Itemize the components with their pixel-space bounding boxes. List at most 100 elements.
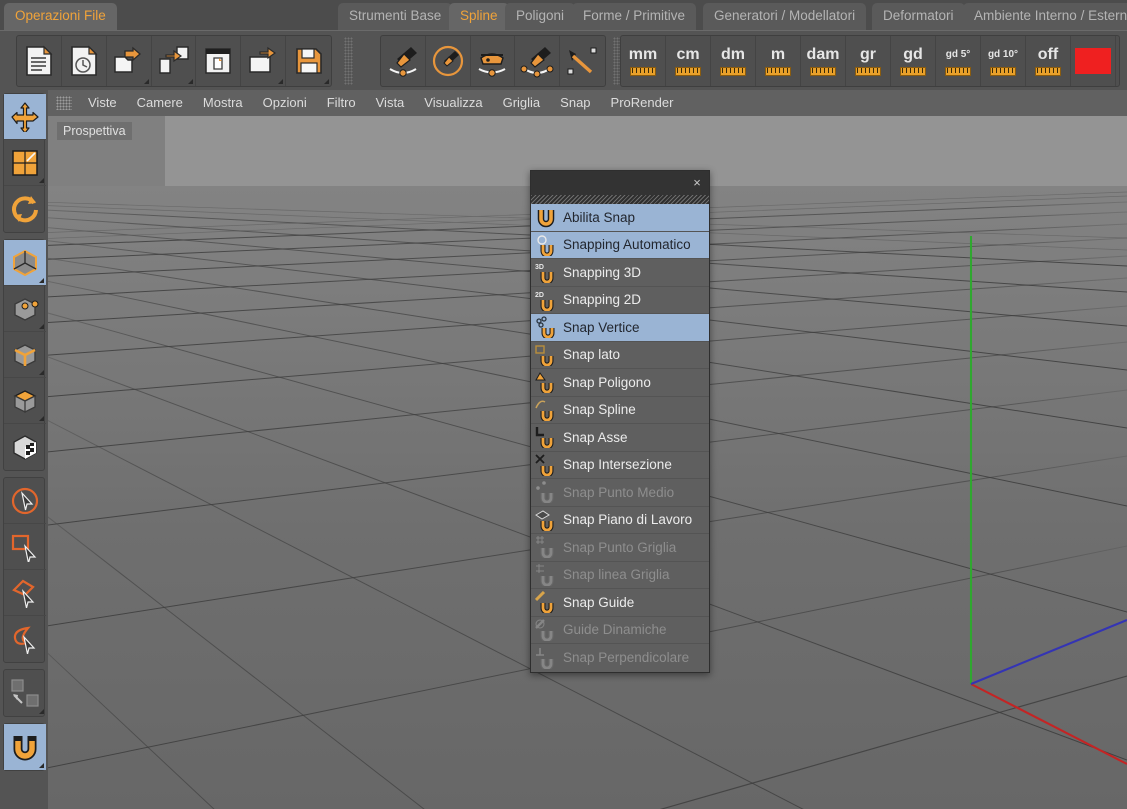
ruler-icon xyxy=(855,67,881,76)
menu-item-label: Snap Intersezione xyxy=(563,457,672,473)
svg-text:3D: 3D xyxy=(535,264,544,271)
unit-button-dm[interactable]: dm xyxy=(711,36,756,86)
live-selection-icon[interactable] xyxy=(4,478,46,524)
unit-button-m[interactable]: m xyxy=(756,36,801,86)
scale-tool-icon[interactable] xyxy=(4,140,46,186)
tab-generatori-modellatori[interactable]: Generatori / Modellatori xyxy=(703,3,867,30)
viewport-menu-opzioni[interactable]: Opzioni xyxy=(253,90,317,116)
viewport-menu-visualizza[interactable]: Visualizza xyxy=(414,90,492,116)
menu-item-snap-punto-griglia: Snap Punto Griglia xyxy=(531,534,709,562)
units-toolbar-group: mm cm dm m dam gr gd gd 5° gd 10° off xyxy=(620,35,1120,87)
unit-button-cm[interactable]: cm xyxy=(666,36,711,86)
menu-item-label: Snap Spline xyxy=(563,402,636,418)
lasso-selection-icon[interactable] xyxy=(4,616,46,662)
rotate-tool-icon[interactable] xyxy=(4,186,46,232)
merge-document-icon[interactable] xyxy=(152,36,197,86)
submenu-corner xyxy=(39,763,44,768)
tab-spline[interactable]: Spline xyxy=(449,3,509,30)
menu-item-snapping-automatico[interactable]: Snapping Automatico xyxy=(531,231,709,259)
snap-color-swatch[interactable] xyxy=(1071,36,1116,86)
menu-item-snap-perpendicolare: Snap Perpendicolare xyxy=(531,644,709,672)
viewport-menu-camere[interactable]: Camere xyxy=(127,90,193,116)
texture-mode-icon[interactable] xyxy=(4,424,46,470)
point-mode-icon[interactable] xyxy=(4,286,46,332)
viewport-menu-mostra[interactable]: Mostra xyxy=(193,90,253,116)
smooth-spline-icon[interactable] xyxy=(471,36,516,86)
snap-spline-icon xyxy=(535,399,557,423)
popup-titlebar[interactable]: × xyxy=(531,171,709,195)
workplane-icon[interactable] xyxy=(4,670,46,716)
tab-deformatori[interactable]: Deformatori xyxy=(872,3,965,30)
menu-item-snap-intersezione[interactable]: Snap Intersezione xyxy=(531,452,709,479)
snap-3d-icon: 3D xyxy=(535,261,557,285)
move-tool-icon[interactable] xyxy=(4,94,46,140)
close-document-icon[interactable] xyxy=(196,36,242,86)
unit-button-gd-10[interactable]: gd 10° xyxy=(981,36,1026,86)
save-as-icon[interactable] xyxy=(241,36,287,86)
ruler-icon xyxy=(900,67,926,76)
menu-item-snap-asse[interactable]: Snap Asse xyxy=(531,424,709,452)
unit-label: gr xyxy=(860,46,876,63)
snap-vertex-icon xyxy=(535,316,557,340)
unit-button-gd[interactable]: gd xyxy=(891,36,936,86)
menu-item-snap-piano-di-lavoro[interactable]: Snap Piano di Lavoro xyxy=(531,507,709,534)
submenu-corner xyxy=(188,79,194,84)
viewport-menu-snap[interactable]: Snap xyxy=(550,90,600,116)
sketch-spline-icon[interactable] xyxy=(426,36,471,86)
svg-text:2D: 2D xyxy=(535,292,544,299)
submenu-corner xyxy=(39,178,44,183)
popup-drag-handle[interactable] xyxy=(531,195,709,204)
left-toolbar xyxy=(0,90,48,809)
close-icon[interactable]: × xyxy=(690,173,704,193)
polygon-mode-icon[interactable] xyxy=(4,378,46,424)
polygon-selection-icon[interactable] xyxy=(4,570,46,616)
menu-item-snap-guide[interactable]: Snap Guide xyxy=(531,589,709,617)
save-floppy-icon[interactable] xyxy=(286,36,331,86)
viewport-menu-griglia[interactable]: Griglia xyxy=(493,90,551,116)
unit-button-gr[interactable]: gr xyxy=(846,36,891,86)
workplane-group xyxy=(3,669,45,717)
toolbar-grip-1[interactable] xyxy=(344,37,353,85)
menu-item-abilita-snap[interactable]: Abilita Snap xyxy=(531,204,709,232)
unit-button-mm[interactable]: mm xyxy=(621,36,666,86)
menu-item-snap-vertice[interactable]: Snap Vertice xyxy=(531,314,709,342)
unit-button-off[interactable]: off xyxy=(1026,36,1071,86)
snap-grid-line-icon xyxy=(535,563,557,588)
snap-polygon-icon xyxy=(535,371,557,395)
menu-item-snap-poligono[interactable]: Snap Poligono xyxy=(531,369,709,397)
unit-button-dam[interactable]: dam xyxy=(801,36,846,86)
edge-mode-icon[interactable] xyxy=(4,332,46,378)
snap-intersection-icon xyxy=(535,454,557,478)
snap-guide-icon xyxy=(534,591,557,615)
dynamic-guides-icon xyxy=(535,618,557,643)
viewport-menu-vista[interactable]: Vista xyxy=(366,90,415,116)
menu-item-snapping-2d[interactable]: 2D Snapping 2D xyxy=(531,287,709,314)
new-document-icon[interactable] xyxy=(17,36,62,86)
viewport-grip-icon[interactable] xyxy=(56,96,72,110)
snap-popup-menu[interactable]: × Abilita Snap Snapping Automatico 3D Sn… xyxy=(530,170,710,673)
submenu-corner xyxy=(278,79,284,84)
menu-item-snap-spline[interactable]: Snap Spline xyxy=(531,397,709,424)
spline-line-icon[interactable] xyxy=(560,36,605,86)
tab-poligoni[interactable]: Poligoni xyxy=(505,3,576,30)
snap-perpendicular-icon xyxy=(535,647,557,671)
rectangle-selection-icon[interactable] xyxy=(4,524,46,570)
viewport-menu-prorender[interactable]: ProRender xyxy=(601,90,684,116)
menu-item-snap-lato[interactable]: Snap lato xyxy=(531,342,709,369)
ruler-icon xyxy=(945,67,971,76)
unit-button-gd-5[interactable]: gd 5° xyxy=(936,36,981,86)
recent-document-icon[interactable] xyxy=(62,36,107,86)
tab-operazioni-file[interactable]: Operazioni File xyxy=(4,3,117,30)
tab-forme-primitive[interactable]: Forme / Primitive xyxy=(572,3,697,30)
open-folder-icon[interactable] xyxy=(107,36,152,86)
object-mode-icon[interactable] xyxy=(4,240,46,286)
spline-arc-icon[interactable] xyxy=(515,36,561,86)
snap-magnet-icon[interactable] xyxy=(4,724,46,770)
menu-item-snapping-3d[interactable]: 3D Snapping 3D xyxy=(531,259,709,287)
viewport-menu-filtro[interactable]: Filtro xyxy=(317,90,366,116)
tab-strumenti-base[interactable]: Strumenti Base xyxy=(338,3,453,30)
tab-ambiente-interno-esterno[interactable]: Ambiente Interno / Esterno xyxy=(963,3,1127,30)
viewport-menu-viste[interactable]: Viste xyxy=(78,90,127,116)
menu-item-label: Snap linea Griglia xyxy=(563,567,670,583)
pen-spline-icon[interactable] xyxy=(381,36,426,86)
